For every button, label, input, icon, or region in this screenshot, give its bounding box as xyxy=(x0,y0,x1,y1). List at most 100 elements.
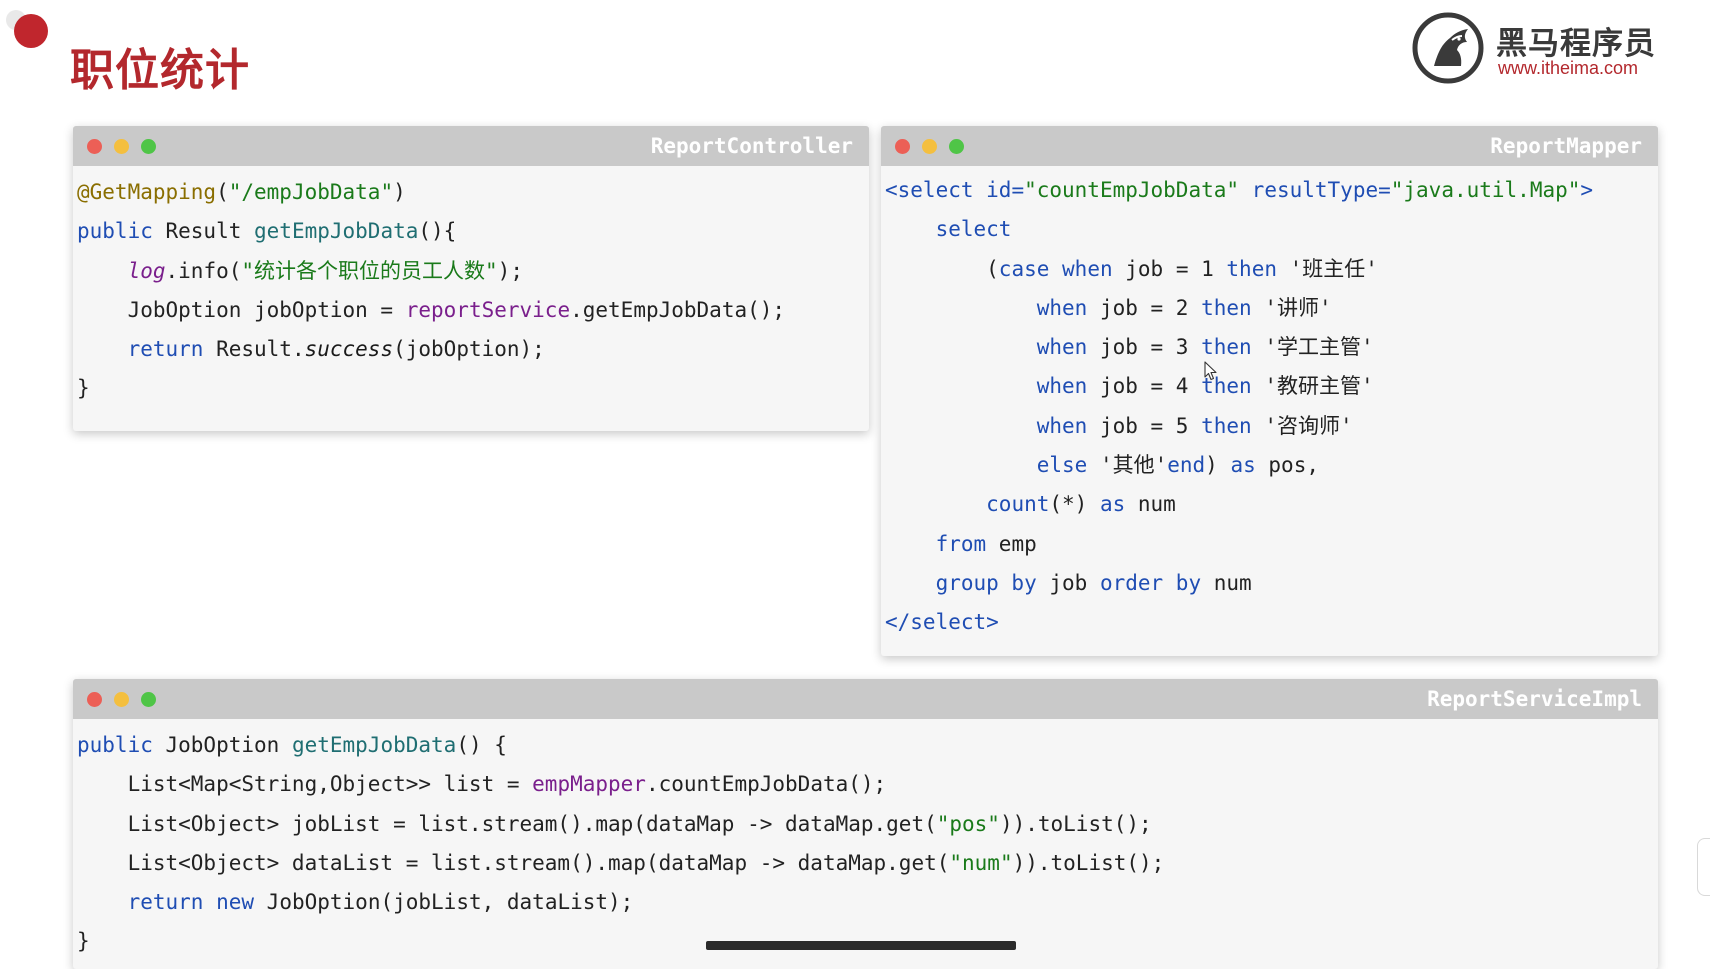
code-line: <select id="countEmpJobData" resultType=… xyxy=(885,171,1658,210)
code-token: "countEmpJobData" xyxy=(1024,178,1240,202)
code-token: </select> xyxy=(885,610,999,635)
minimize-window-button[interactable] xyxy=(922,139,937,154)
code-token: else xyxy=(1036,453,1088,478)
code-token: then xyxy=(1201,295,1252,320)
code-token: public xyxy=(77,219,153,244)
code-token: "num" xyxy=(949,850,1013,875)
brand-logo: 黑马程序员 www.itheima.com xyxy=(1410,10,1672,86)
maximize-window-button[interactable] xyxy=(141,692,156,707)
code-line: } xyxy=(77,369,869,408)
progress-scrollbar[interactable] xyxy=(706,941,1016,950)
close-window-button[interactable] xyxy=(87,139,102,154)
report-controller-window: ReportController @GetMapping("/empJobDat… xyxy=(73,126,869,431)
code-token: new xyxy=(216,890,255,915)
close-window-button[interactable] xyxy=(895,139,910,154)
code-token: List<Object> dataList = list.stream().ma… xyxy=(77,850,950,875)
code-token: job = 5 xyxy=(1087,413,1202,438)
code-token: '讲师' xyxy=(1251,295,1332,320)
code-line: group by job order by num xyxy=(885,564,1658,603)
maximize-window-button[interactable] xyxy=(141,139,156,154)
side-panel-handle[interactable] xyxy=(1697,838,1710,896)
code-line: </select> xyxy=(885,603,1658,642)
window-title: ReportServiceImpl xyxy=(1427,687,1642,711)
code-line: return new JobOption(jobList, dataList); xyxy=(77,883,1658,922)
code-token: job = 3 xyxy=(1087,335,1202,360)
code-token: ( xyxy=(885,256,999,281)
window-title: ReportMapper xyxy=(1490,134,1642,158)
code-token: List<Object> jobList = list.stream().map… xyxy=(77,811,937,836)
code-line: List<Map<String,Object>> list = empMappe… xyxy=(77,765,1658,804)
minimize-window-button[interactable] xyxy=(114,692,129,707)
code-token: )).toList(); xyxy=(1012,850,1165,875)
window-title: ReportController xyxy=(650,134,853,158)
code-token: getEmpJobData xyxy=(291,733,457,757)
window-titlebar: ReportMapper xyxy=(881,126,1658,166)
code-token: '咨询师' xyxy=(1251,413,1353,438)
page-title: 职位统计 xyxy=(70,45,250,96)
code-token: (){ xyxy=(418,219,457,244)
code-token: return xyxy=(127,337,204,362)
code-token: JobOption jobOption = xyxy=(77,297,406,322)
code-token: ) xyxy=(393,180,406,204)
code-token: then xyxy=(1226,256,1277,281)
code-line: List<Object> dataList = list.stream().ma… xyxy=(77,844,1658,883)
code-token: then xyxy=(1201,413,1252,438)
code-token: as xyxy=(1099,492,1126,517)
code-line: (case when job = 1 then '班主任' xyxy=(885,250,1658,289)
code-token: job = 1 xyxy=(1112,256,1227,281)
report-service-impl-window: ReportServiceImpl public JobOption getEm… xyxy=(73,679,1658,969)
code-token: when xyxy=(1036,374,1088,399)
code-token: () { xyxy=(456,733,507,757)
code-token: ) xyxy=(1205,453,1231,478)
code-line: @GetMapping("/empJobData") xyxy=(77,173,869,212)
code-token: )).toList(); xyxy=(999,811,1152,836)
maximize-window-button[interactable] xyxy=(949,139,964,154)
code-line: public JobOption getEmpJobData() { xyxy=(77,726,1658,765)
code-token: .info( xyxy=(165,258,242,283)
code-token: @GetMapping xyxy=(77,180,217,204)
code-token: as xyxy=(1230,453,1256,478)
code-token: "/empJobData" xyxy=(228,180,394,204)
mouse-cursor-icon xyxy=(1204,361,1217,381)
code-token: > xyxy=(1580,178,1594,202)
code-token: ); xyxy=(497,258,523,283)
minimize-window-button[interactable] xyxy=(114,139,129,154)
code-token: (jobOption); xyxy=(393,337,545,362)
code-token: job = 2 xyxy=(1087,295,1202,320)
code-token: log xyxy=(127,258,166,283)
code-token: List<Map<String,Object>> list = xyxy=(77,772,533,797)
code-token: num xyxy=(1201,570,1252,595)
code-line: public Result getEmpJobData(){ xyxy=(77,212,869,251)
code-line: log.info("统计各个职位的员工人数"); xyxy=(77,252,869,291)
code-token: '班主任' xyxy=(1276,256,1378,281)
code-token: id= xyxy=(986,178,1025,202)
code-token: Result. xyxy=(203,337,305,362)
code-token: group by xyxy=(935,570,1037,595)
report-mapper-window: ReportMapper <select id="countEmpJobData… xyxy=(881,126,1658,656)
code-token: reportService xyxy=(405,297,571,322)
code-token: '其他' xyxy=(1087,453,1168,478)
code-token: order by xyxy=(1099,570,1202,595)
code-token: emp xyxy=(986,531,1037,556)
code-line: select xyxy=(885,210,1658,249)
code-token: from xyxy=(935,531,987,556)
code-block: @GetMapping("/empJobData") public Result … xyxy=(73,166,869,409)
code-line: JobOption jobOption = reportService.getE… xyxy=(77,291,869,330)
code-line: return Result.success(jobOption); xyxy=(77,330,869,369)
close-window-button[interactable] xyxy=(87,692,102,707)
code-token: JobOption(jobList, dataList); xyxy=(254,890,634,915)
code-line: when job = 2 then '讲师' xyxy=(885,289,1658,328)
code-token: .getEmpJobData(); xyxy=(570,297,786,322)
code-token: when xyxy=(1062,256,1113,281)
